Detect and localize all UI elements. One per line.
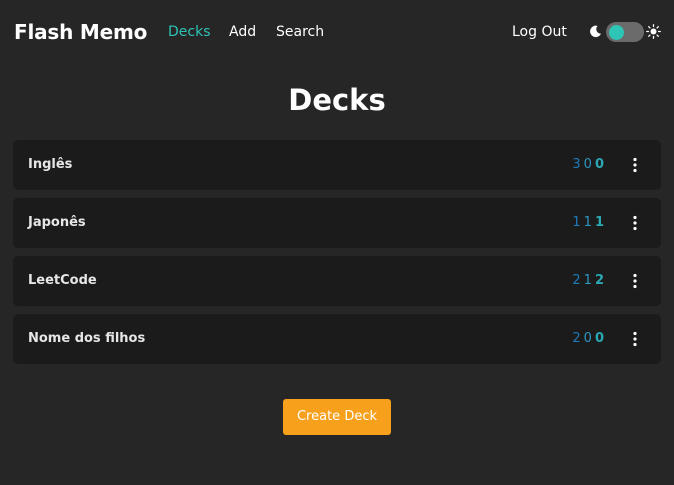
deck-row-japones[interactable]: Japonês 111 [13,198,661,248]
sun-icon [646,24,661,39]
deck-row-nome-dos-filhos[interactable]: Nome dos filhos 200 [13,314,661,364]
review-count: 2 [594,273,604,288]
deck-card-counts: 111 [572,215,604,230]
deck-list: Inglês 300 Japonês 111 LeetCode 212 Nome… [13,140,661,372]
nav-search-link[interactable]: Search [276,24,324,40]
deck-name[interactable]: Nome dos filhos [28,331,145,346]
new-count: 1 [572,215,581,230]
deck-name[interactable]: LeetCode [28,273,97,288]
theme-toggle[interactable] [606,22,644,42]
deck-row-ingles[interactable]: Inglês 300 [13,140,661,190]
more-options-icon[interactable] [627,273,643,289]
deck-name[interactable]: Japonês [28,215,86,230]
deck-card-counts: 300 [572,157,604,172]
nav-add-link[interactable]: Add [229,24,256,40]
new-count: 2 [572,331,581,346]
moon-icon [590,25,602,38]
deck-card-counts: 212 [572,273,604,288]
review-count: 0 [594,331,604,346]
deck-row-leetcode[interactable]: LeetCode 212 [13,256,661,306]
page-title: Decks [288,83,386,117]
deck-name[interactable]: Inglês [28,157,72,172]
nav-decks-link[interactable]: Decks [168,24,211,40]
top-navbar: Flash Memo Decks Add Search Log Out [0,0,674,64]
create-deck-button[interactable]: Create Deck [283,399,391,435]
review-count: 1 [594,215,604,230]
app-brand[interactable]: Flash Memo [14,20,147,44]
learning-count: 0 [583,331,592,346]
more-options-icon[interactable] [627,215,643,231]
new-count: 3 [572,157,581,172]
more-options-icon[interactable] [627,331,643,347]
logout-link[interactable]: Log Out [512,24,567,40]
new-count: 2 [572,273,581,288]
learning-count: 0 [583,157,592,172]
more-options-icon[interactable] [627,157,643,173]
review-count: 0 [594,157,604,172]
deck-card-counts: 200 [572,331,604,346]
theme-toggle-knob [609,25,624,40]
learning-count: 1 [583,215,592,230]
learning-count: 1 [583,273,592,288]
